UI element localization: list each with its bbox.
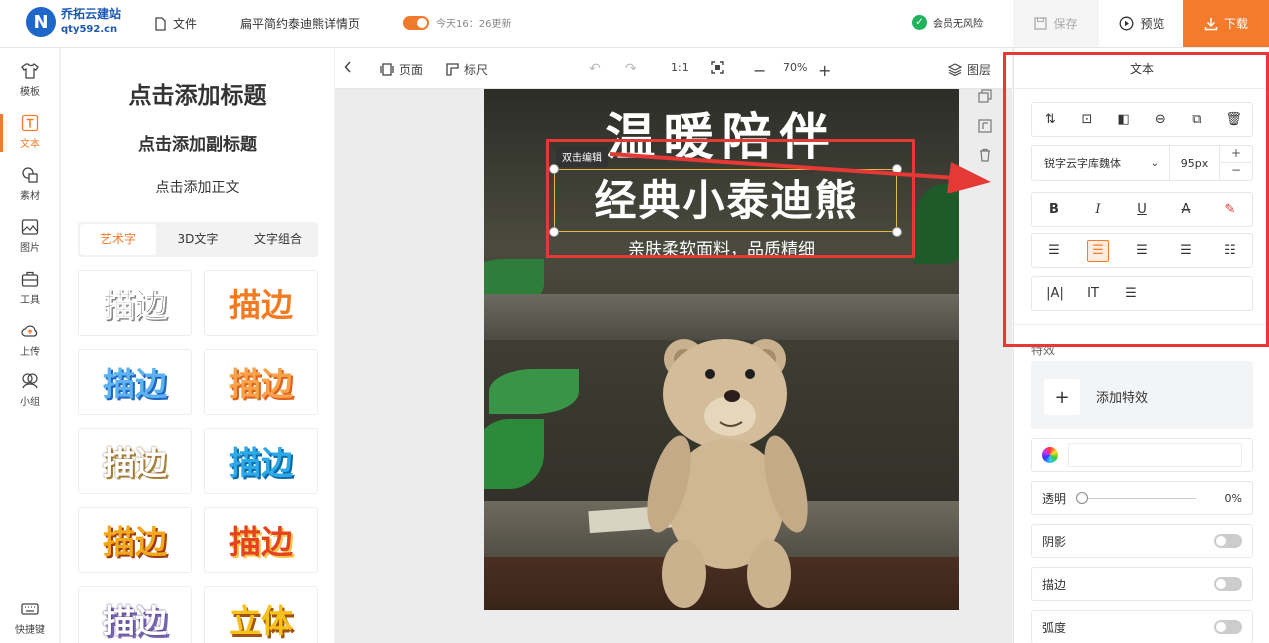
download-button[interactable]: 下载 bbox=[1183, 0, 1269, 47]
top-bar: N 乔拓云建站 qty592.cn 文件 扁平简约泰迪熊详情页 今天16：26更… bbox=[0, 0, 1269, 48]
zoom-out-button[interactable]: − bbox=[753, 61, 766, 80]
save-button[interactable]: 保存 bbox=[1013, 0, 1099, 47]
redo-icon: ↷ bbox=[625, 61, 637, 77]
keyboard-icon bbox=[21, 603, 39, 615]
add-subtitle-button[interactable]: 点击添加副标题 bbox=[61, 130, 334, 155]
add-body-button[interactable]: 点击添加正文 bbox=[61, 177, 334, 197]
copy-page-icon[interactable] bbox=[978, 89, 992, 103]
art-text-tabs: 艺术字 3D文字 文字组合 bbox=[78, 222, 318, 257]
tab-art-text[interactable]: 艺术字 bbox=[80, 224, 156, 255]
opacity-row: 透明 0% bbox=[1031, 481, 1253, 515]
layers-button[interactable]: 图层 bbox=[948, 61, 991, 78]
art-text-card[interactable]: 描边 bbox=[204, 428, 318, 494]
download-icon bbox=[1204, 17, 1218, 30]
text-icon bbox=[21, 114, 39, 132]
annotation-arrow-icon bbox=[609, 152, 991, 193]
add-effect-button[interactable]: + 添加特效 bbox=[1031, 361, 1253, 429]
undo-icon: ↶ bbox=[589, 61, 601, 77]
toolbox-icon bbox=[21, 271, 39, 287]
plus-icon: + bbox=[1044, 379, 1080, 415]
preview-button[interactable]: 预览 bbox=[1101, 0, 1183, 47]
art-text-card[interactable]: 描边 bbox=[78, 586, 192, 643]
actual-size-button[interactable]: 1:1 bbox=[671, 61, 689, 74]
logo[interactable]: N 乔拓云建站 qty592.cn bbox=[26, 7, 121, 37]
rail-item-text[interactable]: 文本 bbox=[0, 114, 60, 150]
color-value-field[interactable] bbox=[1068, 443, 1242, 467]
file-icon bbox=[155, 16, 166, 31]
shapes-icon bbox=[22, 167, 38, 183]
image-icon bbox=[21, 219, 39, 235]
canvas-toolbar: 页面 标尺 ↶ ↷ 1:1 − 70% + 图层 bbox=[335, 48, 1012, 89]
collapse-panel-button[interactable] bbox=[344, 61, 352, 73]
rail-item-material[interactable]: 素材 bbox=[0, 166, 60, 202]
logo-site: qty592.cn bbox=[61, 24, 118, 35]
fit-screen-icon bbox=[711, 61, 724, 74]
page-button[interactable]: 页面 bbox=[380, 61, 423, 78]
undo-button[interactable]: ↶ bbox=[589, 61, 601, 77]
rail-item-image[interactable]: 图片 bbox=[0, 218, 60, 254]
logo-name: 乔拓云建站 bbox=[61, 7, 122, 21]
tab-3d-text[interactable]: 3D文字 bbox=[160, 224, 236, 255]
art-text-card[interactable]: 描边 bbox=[78, 507, 192, 573]
layers-icon bbox=[948, 63, 962, 76]
redo-button[interactable]: ↷ bbox=[625, 61, 637, 77]
art-text-card[interactable]: 描边 bbox=[78, 349, 192, 415]
logo-mark: N bbox=[26, 7, 56, 37]
leaf-decoration bbox=[489, 369, 579, 414]
opacity-slider-track[interactable] bbox=[1088, 497, 1197, 499]
add-page-icon[interactable] bbox=[978, 119, 992, 133]
autosave-status[interactable]: 今天16：26更新 bbox=[403, 15, 511, 30]
ruler-icon bbox=[446, 63, 459, 76]
art-text-card[interactable]: 描边 bbox=[78, 428, 192, 494]
fit-screen-button[interactable] bbox=[711, 61, 724, 74]
ruler-button[interactable]: 标尺 bbox=[446, 61, 488, 78]
text-panel: 点击添加标题 点击添加副标题 点击添加正文 艺术字 3D文字 文字组合 描边 描… bbox=[61, 48, 334, 643]
zoom-in-button[interactable]: + bbox=[818, 61, 831, 80]
art-text-card[interactable]: 描边 bbox=[204, 270, 318, 336]
minus-icon: − bbox=[753, 61, 767, 80]
rail-item-upload[interactable]: 上传 bbox=[0, 322, 60, 358]
shadow-toggle[interactable] bbox=[1214, 534, 1242, 548]
annotation-highlight-box bbox=[1003, 52, 1269, 347]
page-icon bbox=[380, 63, 394, 76]
art-text-card[interactable]: 描边 bbox=[78, 270, 192, 336]
shadow-row: 阴影 bbox=[1031, 524, 1253, 558]
zoom-level[interactable]: 70% bbox=[783, 61, 807, 74]
stroke-row: 描边 bbox=[1031, 567, 1253, 601]
group-icon bbox=[22, 373, 38, 389]
chevron-left-icon bbox=[344, 61, 351, 73]
art-text-card[interactable]: 描边 bbox=[204, 507, 318, 573]
opacity-slider-handle[interactable] bbox=[1076, 492, 1089, 504]
teddy-bear-image bbox=[647, 339, 808, 608]
rail-item-group[interactable]: 小组 bbox=[0, 372, 60, 408]
add-title-button[interactable]: 点击添加标题 bbox=[61, 76, 334, 110]
left-rail: 模板 文本 素材 图片 工具 上传 小组 快捷键 bbox=[0, 48, 60, 643]
autosave-toggle[interactable] bbox=[403, 15, 429, 30]
shirt-icon bbox=[21, 63, 39, 79]
curve-toggle[interactable] bbox=[1214, 620, 1242, 634]
curve-row: 弧度 bbox=[1031, 610, 1253, 643]
document-title[interactable]: 扁平简约泰迪熊详情页 bbox=[240, 15, 360, 32]
member-status[interactable]: ✓ 会员无风险 bbox=[912, 15, 983, 30]
stroke-toggle[interactable] bbox=[1214, 577, 1242, 591]
rail-item-shortcuts[interactable]: 快捷键 bbox=[0, 600, 60, 636]
play-icon bbox=[1120, 16, 1134, 31]
rail-item-template[interactable]: 模板 bbox=[0, 62, 60, 98]
rail-item-tools[interactable]: 工具 bbox=[0, 270, 60, 306]
tab-text-combo[interactable]: 文字组合 bbox=[240, 224, 316, 255]
art-text-card[interactable]: 描边 bbox=[204, 349, 318, 415]
save-icon bbox=[1034, 17, 1048, 30]
color-wheel-icon bbox=[1042, 447, 1058, 463]
color-picker-row[interactable] bbox=[1031, 438, 1253, 472]
cloud-upload-icon bbox=[21, 325, 38, 337]
art-text-card[interactable]: 立体 bbox=[204, 586, 318, 643]
check-icon: ✓ bbox=[912, 15, 927, 30]
plus-icon: + bbox=[818, 61, 832, 80]
file-menu[interactable]: 文件 bbox=[154, 15, 197, 32]
